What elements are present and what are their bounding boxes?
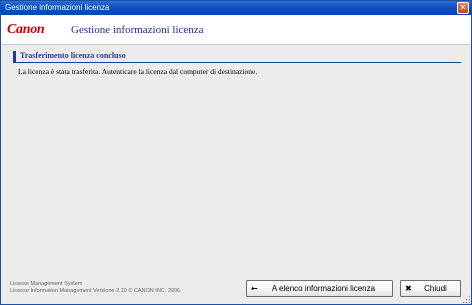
license-window: Gestione informazioni licenza ✕ Canon Ge…	[0, 0, 472, 305]
window-close-button[interactable]: ✕	[457, 2, 469, 14]
license-list-button-label: A elenco informazioni licenza	[271, 284, 376, 293]
version-info: License Information Management Versione …	[10, 288, 181, 294]
window-title: Gestione informazioni licenza	[5, 3, 110, 12]
section-title: Trasferimento licenza concluso	[20, 51, 126, 60]
canon-logo: Canon	[7, 22, 45, 37]
main-content: Trasferimento licenza concluso La licenz…	[1, 46, 471, 276]
status-message: La licenza è stata trasferita. Autentica…	[18, 67, 258, 76]
product-name: License Management System	[10, 281, 83, 287]
app-header: Canon Gestione informazioni licenza	[1, 15, 471, 45]
resize-grip[interactable]	[462, 295, 470, 303]
title-bar[interactable]: Gestione informazioni licenza ✕	[1, 1, 471, 15]
close-button-label: Chiudi	[424, 284, 447, 293]
app-title: Gestione informazioni licenza	[71, 24, 204, 36]
footer: License Management System License Inform…	[1, 276, 471, 304]
license-list-button[interactable]: ← A elenco informazioni licenza	[246, 280, 393, 297]
close-button[interactable]: ✖ Chiudi	[400, 280, 461, 297]
section-header: Trasferimento licenza concluso	[13, 51, 461, 63]
